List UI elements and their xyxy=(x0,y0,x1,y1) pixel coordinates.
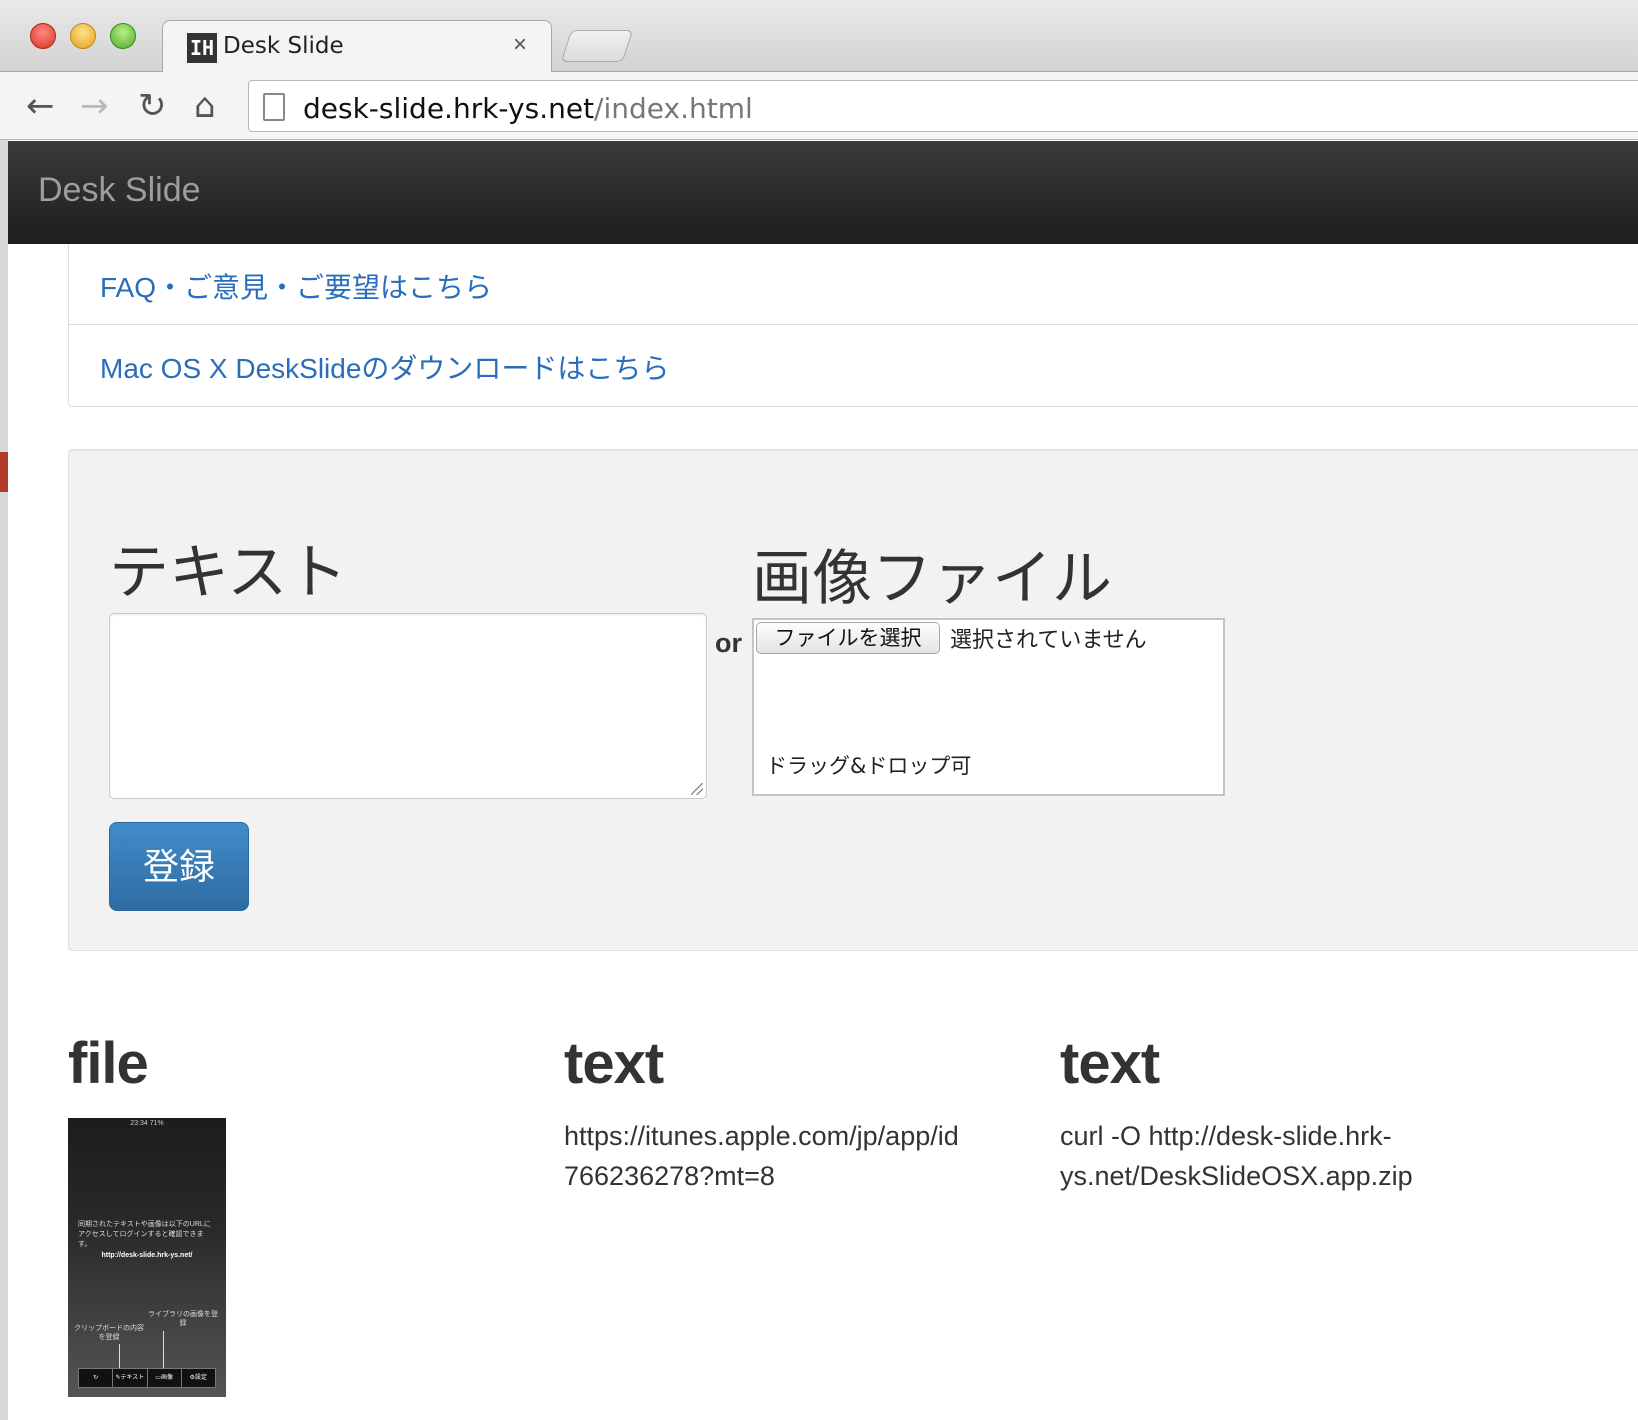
close-window-button[interactable] xyxy=(30,23,56,49)
url-host: desk-slide.hrk-ys.net xyxy=(303,92,595,125)
text-heading: テキスト xyxy=(109,539,348,606)
back-arrow-icon[interactable]: ← xyxy=(26,86,55,126)
item-type-title: text xyxy=(1060,1031,1160,1096)
drop-hint: ドラッグ&ドロップ可 xyxy=(766,754,972,778)
submit-button[interactable]: 登録 xyxy=(109,822,249,911)
url-path: /index.html xyxy=(594,92,753,125)
thumbnail-tab: ✎テキスト xyxy=(113,1369,148,1387)
side-marker xyxy=(0,452,8,492)
thumbnail-tab: ▭画像 xyxy=(148,1369,182,1387)
download-osx-link[interactable]: Mac OS X DeskSlideのダウンロードはこちら xyxy=(100,347,669,387)
browser-tab[interactable]: IH Desk Slide × xyxy=(162,20,552,73)
thumbnail-status-bar: 23:34 71% xyxy=(68,1120,226,1127)
thumbnail-tabbar: ↻ ✎テキスト ▭画像 ⚙設定 xyxy=(78,1368,216,1388)
page-icon xyxy=(263,93,285,121)
text-line: ys.net/DeskSlideOSX.app.zip xyxy=(1060,1161,1413,1191)
site-navbar: Desk Slide xyxy=(8,141,1638,244)
browser-tabstrip: IH Desk Slide × xyxy=(0,0,1638,73)
text-line: curl -O http://desk-slide.hrk- xyxy=(1060,1121,1392,1151)
browser-toolbar: ← → ↻ ⌂ desk-slide.hrk-ys.net/index.html xyxy=(0,72,1638,140)
list-item: FAQ・ご意見・ご要望はこちら xyxy=(69,244,1638,325)
item-type-title: text xyxy=(564,1031,664,1096)
upload-form: テキスト 画像ファイル or ファイルを選択 選択されていません ドラッグ&ドロ… xyxy=(68,449,1638,951)
forward-arrow-icon[interactable]: → xyxy=(80,86,109,126)
faq-link[interactable]: FAQ・ご意見・ご要望はこちら xyxy=(100,266,492,306)
home-icon[interactable]: ⌂ xyxy=(194,86,216,126)
window-left-edge xyxy=(0,0,8,1420)
thumbnail-message: 同期されたテキストや画像は以下のURLにアクセスしてログインすると確認できます。 xyxy=(78,1221,211,1248)
close-tab-icon[interactable]: × xyxy=(513,31,527,59)
resize-handle-icon[interactable] xyxy=(691,783,703,795)
link-list: FAQ・ご意見・ご要望はこちら Mac OS X DeskSlideのダウンロー… xyxy=(68,244,1638,407)
item-text-body: https://itunes.apple.com/jp/app/id 76623… xyxy=(564,1116,959,1196)
text-line: 766236278?mt=8 xyxy=(564,1161,775,1191)
thumbnail-tab: ↻ xyxy=(79,1369,114,1387)
text-line: https://itunes.apple.com/jp/app/id xyxy=(564,1121,959,1151)
url-text: desk-slide.hrk-ys.net/index.html xyxy=(303,92,753,125)
tab-title: Desk Slide xyxy=(223,33,344,59)
item-text-body: curl -O http://desk-slide.hrk- ys.net/De… xyxy=(1060,1116,1413,1196)
thumbnail-time: 23:34 xyxy=(130,1120,148,1127)
list-item: Mac OS X DeskSlideのダウンロードはこちら xyxy=(69,325,1638,406)
choose-file-button[interactable]: ファイルを選択 xyxy=(756,622,940,654)
image-heading: 画像ファイル xyxy=(752,545,1112,612)
file-drop-zone[interactable]: ファイルを選択 選択されていません ドラッグ&ドロップ可 xyxy=(752,618,1225,796)
thumbnail-clipboard-label: クリップボードの内容を登録 xyxy=(74,1325,144,1341)
reload-icon[interactable]: ↻ xyxy=(138,86,167,126)
or-label: or xyxy=(715,628,742,658)
favicon-icon: IH xyxy=(187,33,217,63)
zoom-window-button[interactable] xyxy=(110,23,136,49)
file-status: 選択されていません xyxy=(950,628,1147,653)
new-tab-button[interactable] xyxy=(560,30,634,62)
thumbnail-url: http://desk-slide.hrk-ys.net/ xyxy=(101,1252,193,1259)
file-thumbnail[interactable]: 23:34 71% 同期されたテキストや画像は以下のURLにアクセスしてログイン… xyxy=(68,1118,226,1397)
item-type-title: file xyxy=(68,1031,149,1096)
text-input[interactable] xyxy=(109,613,707,799)
navbar-brand[interactable]: Desk Slide xyxy=(38,171,201,210)
thumbnail-library-label: ライブラリの画像を登録 xyxy=(148,1311,218,1327)
thumbnail-tab: ⚙設定 xyxy=(189,1375,208,1381)
address-bar[interactable]: desk-slide.hrk-ys.net/index.html xyxy=(248,80,1638,132)
minimize-window-button[interactable] xyxy=(70,23,96,49)
thumbnail-battery: 71% xyxy=(149,1120,164,1127)
